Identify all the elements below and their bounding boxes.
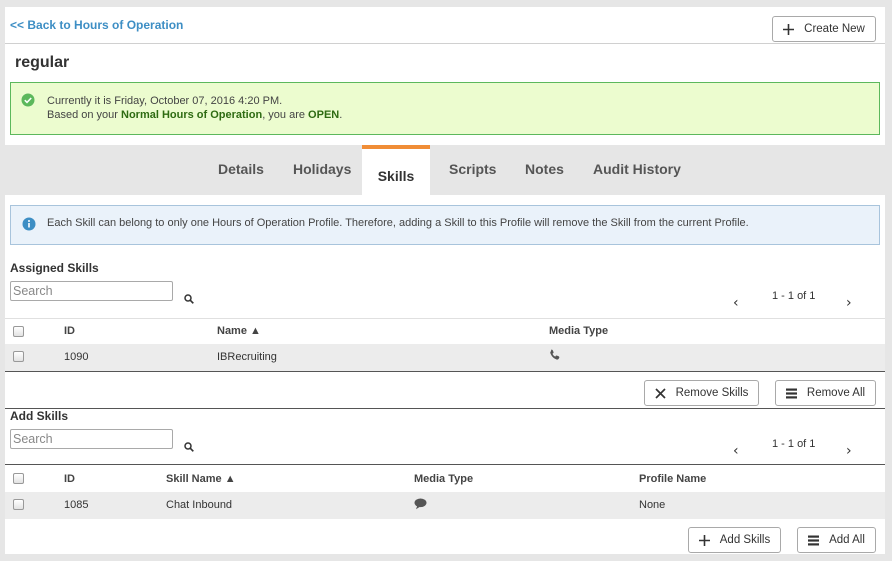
tab-skills-label: Skills — [377, 168, 415, 184]
current-time-text: Currently it is Friday, October 07, 2016… — [47, 95, 283, 107]
col-media-type[interactable]: Media Type — [549, 325, 608, 337]
search-icon[interactable] — [184, 441, 194, 452]
select-all-checkbox[interactable] — [13, 326, 24, 337]
tab-bar: Details Holidays Skills Scripts Notes Au… — [5, 145, 885, 195]
select-all-checkbox[interactable] — [13, 473, 24, 484]
status-alert: Currently it is Friday, October 07, 2016… — [10, 82, 880, 135]
status-mid: , you are — [262, 109, 309, 121]
tab-details[interactable]: Details — [218, 161, 264, 177]
phone-icon — [549, 349, 561, 364]
divider — [5, 43, 885, 44]
col-media-type[interactable]: Media Type — [414, 473, 473, 485]
next-page-icon[interactable]: › — [846, 295, 852, 311]
open-label: OPEN — [308, 109, 340, 121]
tab-scripts[interactable]: Scripts — [449, 161, 496, 177]
col-skill-name[interactable]: Skill Name ▲ — [166, 473, 236, 485]
assigned-skills-title: Assigned Skills — [10, 261, 99, 275]
info-banner: Each Skill can belong to only one Hours … — [10, 205, 880, 245]
info-text: Each Skill can belong to only one Hours … — [47, 217, 749, 229]
close-icon — [654, 387, 666, 399]
table-bottom-border — [5, 371, 885, 372]
prev-page-icon[interactable]: ‹ — [733, 295, 739, 311]
assigned-search-input[interactable] — [10, 281, 173, 301]
col-id[interactable]: ID — [64, 473, 75, 485]
tab-notes[interactable]: Notes — [525, 161, 564, 177]
table-divider — [5, 464, 885, 465]
status-prefix: Based on your — [47, 109, 121, 121]
plus-icon — [783, 23, 795, 35]
normal-hours-label: Normal Hours of Operation — [121, 109, 263, 121]
remove-all-label: Remove All — [806, 387, 866, 399]
assigned-pager-text: 1 - 1 of 1 — [772, 290, 816, 302]
col-id[interactable]: ID — [64, 325, 75, 337]
status-suffix: . — [339, 109, 343, 121]
remove-all-button[interactable]: Remove All — [775, 380, 876, 406]
page-title: regular — [15, 54, 70, 71]
search-icon[interactable] — [184, 293, 194, 304]
next-page-icon[interactable]: › — [846, 443, 852, 459]
list-icon — [785, 388, 797, 399]
list-icon — [808, 535, 820, 546]
row-profile-name: None — [639, 499, 666, 511]
add-all-label: Add All — [829, 534, 865, 546]
col-profile-name[interactable]: Profile Name — [639, 473, 706, 485]
chat-icon — [414, 498, 427, 513]
tab-skills[interactable]: Skills — [362, 145, 430, 195]
page: << Back to Hours of Operation Create New… — [5, 7, 885, 554]
row-checkbox[interactable] — [13, 499, 24, 510]
row-skill-name: Chat Inbound — [166, 499, 233, 511]
add-skills-label: Add Skills — [719, 534, 771, 546]
open-status-text: Based on your Normal Hours of Operation,… — [47, 109, 342, 121]
row-name: IBRecruiting — [217, 351, 277, 363]
plus-icon — [698, 534, 710, 546]
section-divider — [5, 408, 885, 409]
add-search-input[interactable] — [10, 429, 173, 449]
tab-audit-history[interactable]: Audit History — [593, 161, 681, 177]
add-pager-text: 1 - 1 of 1 — [772, 438, 816, 450]
table-row[interactable] — [5, 492, 885, 519]
check-circle-icon — [21, 93, 35, 107]
row-id: 1090 — [64, 351, 89, 363]
add-skills-title: Add Skills — [10, 409, 69, 423]
row-id: 1085 — [64, 499, 89, 511]
row-checkbox[interactable] — [13, 351, 24, 362]
table-divider — [5, 318, 885, 319]
tab-holidays[interactable]: Holidays — [293, 161, 351, 177]
remove-skills-label: Remove Skills — [675, 387, 749, 399]
remove-skills-button[interactable]: Remove Skills — [644, 380, 759, 406]
create-new-label: Create New — [804, 23, 865, 35]
create-new-button[interactable]: Create New — [772, 16, 876, 42]
back-to-hours-link[interactable]: << Back to Hours of Operation — [10, 18, 183, 32]
col-name[interactable]: Name ▲ — [217, 325, 261, 337]
add-all-button[interactable]: Add All — [797, 527, 876, 553]
info-icon — [22, 217, 36, 231]
table-row[interactable] — [5, 344, 885, 371]
prev-page-icon[interactable]: ‹ — [733, 443, 739, 459]
add-skills-button[interactable]: Add Skills — [688, 527, 781, 553]
